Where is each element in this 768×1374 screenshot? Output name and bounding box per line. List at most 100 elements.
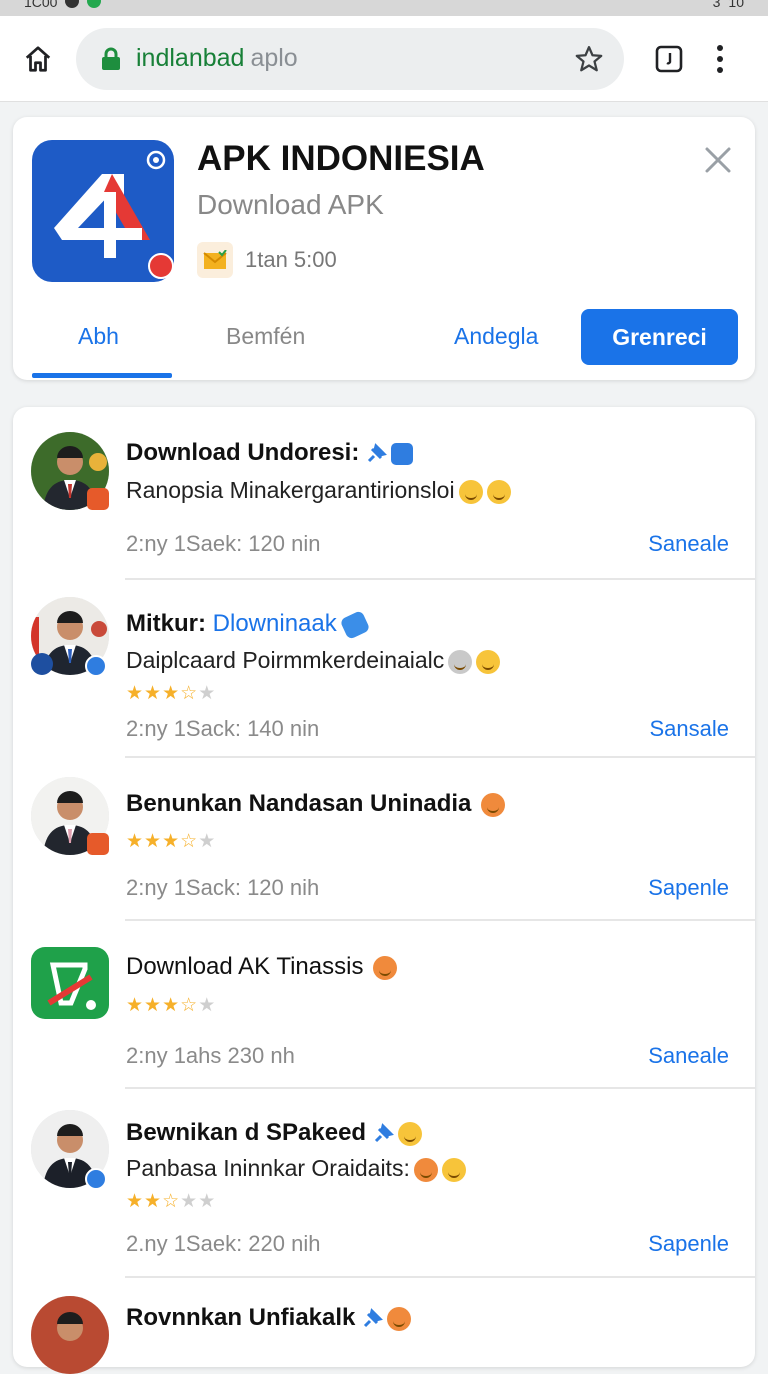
url-path: aplo — [250, 44, 298, 72]
url-bar[interactable]: indlanbad aplo — [76, 27, 624, 90]
item-action-link[interactable]: Saneale — [648, 1043, 729, 1069]
status-time: 1C00 — [24, 0, 58, 10]
list-item[interactable]: Benunkan Nandasan Uninadia ★★★☆★ 2:ny 1S… — [13, 758, 755, 921]
star-icon: ★ — [144, 1191, 163, 1212]
avatar — [31, 432, 109, 510]
star-icon: ★ — [198, 683, 217, 704]
app-title: APK INDONIESIA — [197, 139, 485, 178]
avatar — [31, 1110, 109, 1190]
item-action-link[interactable]: Sansale — [649, 716, 729, 742]
item-meta: 2.ny 1Saek: 220 nih — [126, 1231, 321, 1256]
item-desc: Panbasa Ininnkar Oraidaits: — [126, 1155, 466, 1182]
item-action-link[interactable]: Sapenle — [648, 1231, 729, 1257]
avatar — [31, 597, 109, 677]
item-title: Download AK Tinassis — [126, 953, 398, 981]
item-title-link[interactable]: Dlowninaak — [213, 610, 337, 637]
item-title: Mitkur: Dlowninaak — [126, 609, 371, 640]
badge-icon — [391, 442, 414, 465]
star-rating: ★★★☆★ — [126, 682, 216, 705]
star-icon: ★ — [198, 831, 217, 852]
browser-toolbar: indlanbad aplo — [0, 16, 768, 102]
item-meta: 2:ny 1Saek: 120 nin — [126, 531, 321, 556]
laugh-emoji-icon — [387, 1306, 412, 1331]
signal-strength: 3 — [712, 0, 721, 10]
star-icon: ★ — [198, 995, 217, 1016]
item-desc: Ranopsia Minakergarantirionsloi — [126, 477, 511, 504]
item-title: Benunkan Nandasan Uninadia — [126, 790, 506, 818]
update-info: 1tan 5:00 — [197, 242, 337, 278]
tab-bemfen[interactable]: Bemfén — [226, 323, 305, 350]
item-title: Bewnikan d SPakeed — [126, 1119, 423, 1147]
list-item[interactable]: Mitkur: Dlowninaak Daiplcaard Poirmmkerd… — [13, 580, 755, 758]
app-subtitle: Download APK — [197, 189, 384, 220]
status-bar: 1C00 3 10 — [0, 0, 768, 16]
star-icon: ☆ — [162, 1191, 181, 1212]
star-icon: ☆ — [180, 831, 199, 852]
star-icon[interactable] — [574, 44, 604, 74]
star-icon: ★ — [162, 831, 181, 852]
list-item[interactable]: Rovnnkan Unfiakalk — [13, 1278, 755, 1374]
star-icon: ★ — [126, 831, 145, 852]
star-icon: ★ — [144, 683, 163, 704]
primary-button[interactable]: Grenreci — [581, 309, 738, 365]
smile-emoji-icon — [458, 479, 483, 504]
avatar — [31, 777, 109, 855]
star-rating: ★★★☆★ — [126, 994, 216, 1017]
smile-emoji-icon — [441, 1157, 466, 1182]
item-desc: Daiplcaard Poirmmkerdeinaialc — [126, 647, 501, 674]
tag-icon — [339, 609, 371, 640]
item-meta: 2:ny 1Sack: 140 nin — [126, 716, 320, 741]
smile-emoji-icon — [398, 1121, 423, 1146]
star-icon: ★ — [126, 995, 145, 1016]
smile-emoji-icon — [476, 649, 501, 674]
star-icon: ★ — [126, 683, 145, 704]
star-rating: ★★☆★★ — [126, 1190, 216, 1213]
tab-abh[interactable]: Abh — [78, 323, 119, 350]
mic-icon — [448, 649, 473, 674]
laugh-emoji-icon — [373, 955, 398, 980]
star-icon: ☆ — [180, 683, 199, 704]
list-item[interactable]: Download AK Tinassis ★★★☆★ 2:ny 1ahs 230… — [13, 921, 755, 1089]
mail-icon — [197, 242, 233, 278]
laugh-emoji-icon — [481, 792, 506, 817]
app-logo-badge — [148, 253, 174, 279]
item-meta: 2:ny 1ahs 230 nh — [126, 1043, 295, 1068]
tab-andegla[interactable]: Andegla — [454, 323, 538, 350]
active-tab-indicator — [32, 373, 172, 378]
star-icon: ★ — [144, 831, 163, 852]
star-rating: ★★★☆★ — [126, 830, 216, 853]
update-time: 1tan 5:00 — [245, 247, 337, 272]
notification-icon — [65, 0, 80, 8]
item-meta: 2:ny 1Sack: 120 nih — [126, 875, 320, 900]
star-icon: ★ — [144, 995, 163, 1016]
item-title: Download Undoresi: — [126, 439, 414, 467]
battery-level: 10 — [728, 0, 744, 10]
app-header-card: APK INDONIESIA Download APK 1tan 5:00 Ab… — [13, 117, 755, 380]
flower-icon — [413, 1157, 438, 1182]
url-host: indlanbad — [136, 44, 245, 72]
smile-emoji-icon — [486, 479, 511, 504]
app-icon — [31, 947, 109, 1019]
star-icon: ☆ — [180, 995, 199, 1016]
close-icon[interactable] — [703, 145, 733, 175]
list-item[interactable]: Bewnikan d SPakeed Panbasa Ininnkar Orai… — [13, 1089, 755, 1278]
pin-icon — [375, 1122, 395, 1142]
item-title: Rovnnkan Unfiakalk — [126, 1304, 412, 1332]
download-list: Download Undoresi: Ranopsia Minakergaran… — [13, 407, 755, 1374]
avatar — [31, 1296, 109, 1374]
star-icon: ★ — [126, 1191, 145, 1212]
tab-switcher-icon[interactable] — [654, 44, 684, 74]
star-icon: ★ — [198, 1191, 217, 1212]
item-action-link[interactable]: Saneale — [648, 531, 729, 557]
app-notification-icon — [87, 0, 102, 8]
list-item[interactable]: Download Undoresi: Ranopsia Minakergaran… — [13, 407, 755, 580]
home-icon[interactable] — [18, 39, 58, 79]
star-icon: ★ — [180, 1191, 199, 1212]
star-icon: ★ — [162, 683, 181, 704]
app-logo-icon — [32, 140, 174, 282]
pin-icon — [364, 1307, 384, 1327]
star-icon: ★ — [162, 995, 181, 1016]
item-action-link[interactable]: Sapenle — [648, 875, 729, 901]
pin-icon — [368, 442, 388, 462]
more-vert-icon[interactable] — [710, 41, 730, 77]
